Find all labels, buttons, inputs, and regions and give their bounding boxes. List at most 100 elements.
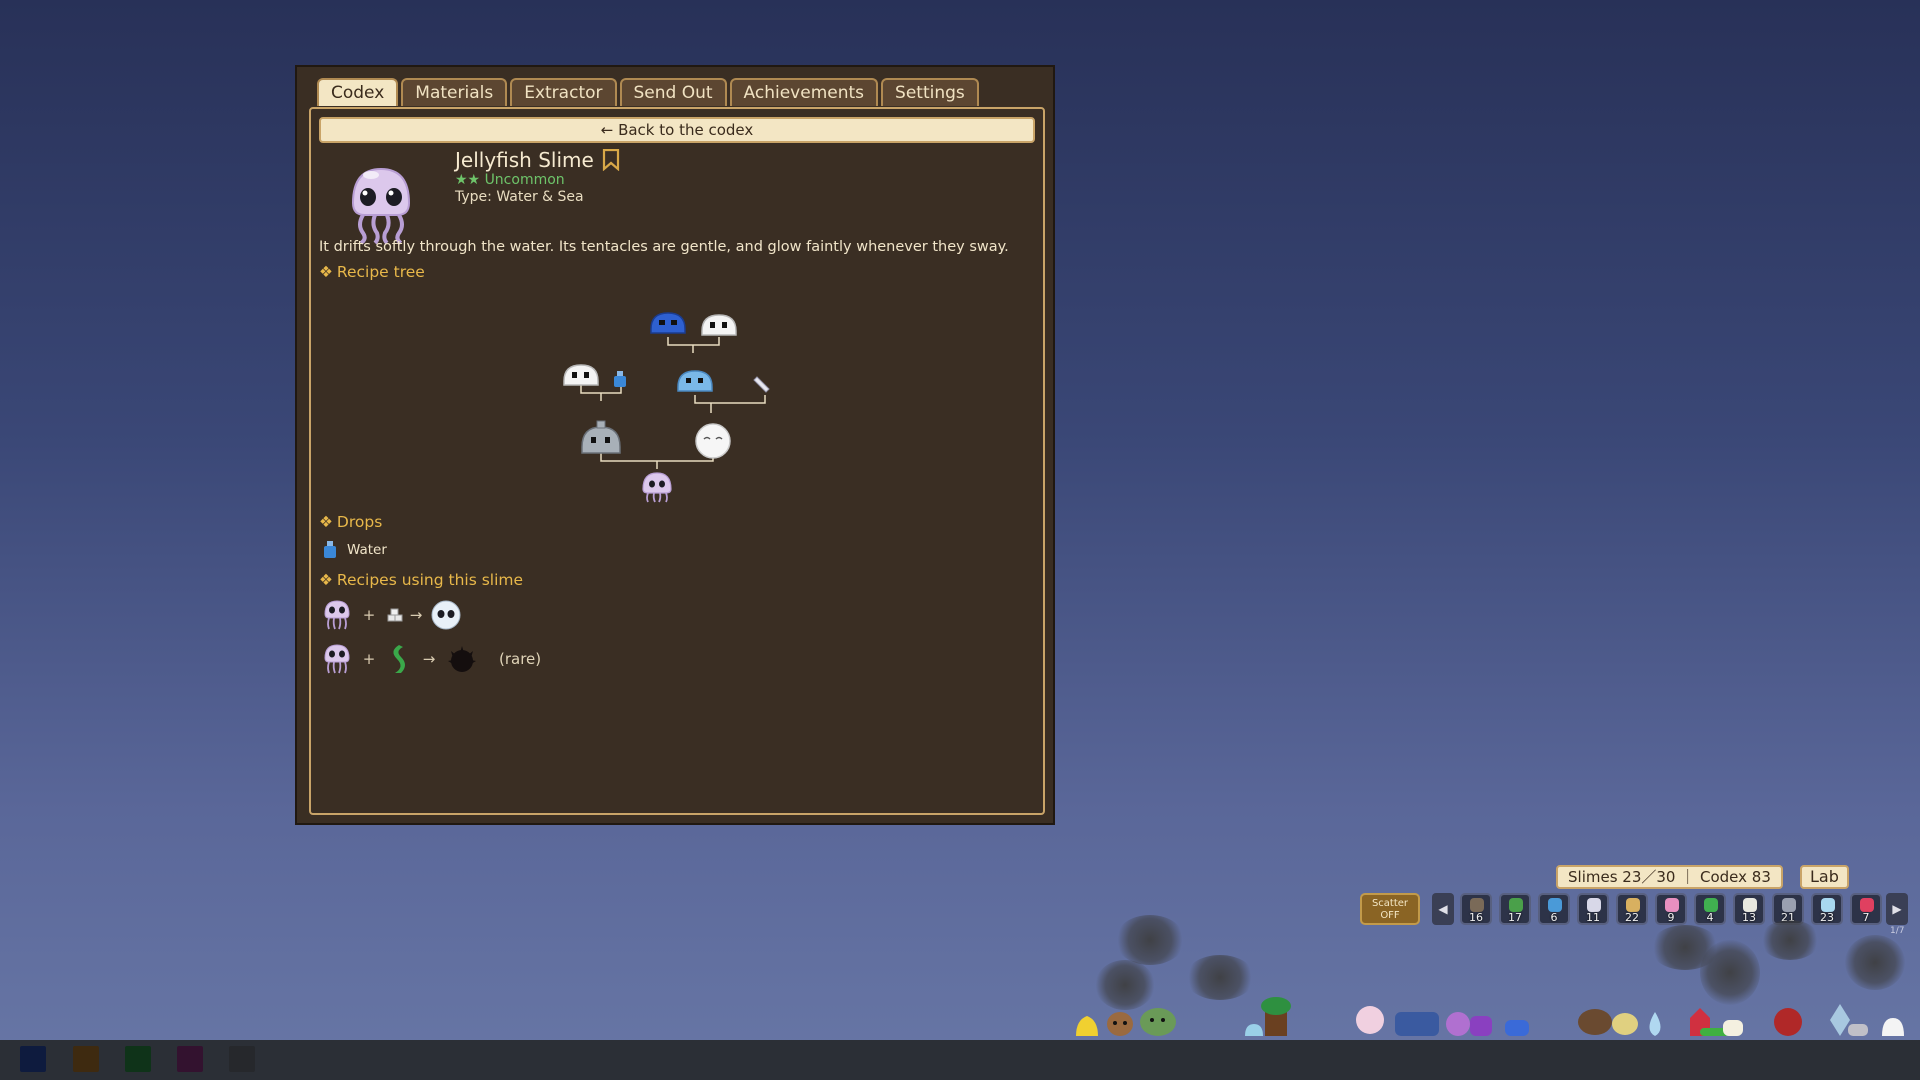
purple-slime-icon[interactable] (1446, 1012, 1492, 1036)
tree-node-white-slime-icon[interactable] (701, 314, 737, 336)
slot-count: 23 (1820, 911, 1834, 924)
bread-icon (1626, 898, 1640, 912)
urchin-slime-icon (448, 646, 476, 672)
inventory-slot-bone[interactable]: 13 (1733, 893, 1765, 925)
water-drop-slime-icon[interactable] (1649, 1012, 1661, 1036)
recipe-tree-heading-text: Recipe tree (336, 263, 425, 281)
recipe-tree-heading: ❖ Recipe tree (319, 263, 425, 281)
lab-button[interactable]: Lab (1800, 865, 1849, 889)
jellyfish-slime-icon (324, 644, 350, 674)
scatter-label: Scatter (1371, 898, 1409, 909)
bone-icon (1743, 898, 1757, 912)
inventory-prev-button[interactable]: ◀ (1432, 893, 1454, 925)
brown-slime-icon[interactable] (1107, 1012, 1133, 1036)
aqua-slime-icon[interactable] (1245, 1024, 1263, 1036)
diamond-icon: ❖ (319, 513, 333, 531)
slot-count: 9 (1667, 911, 1675, 924)
drops-heading: ❖ Drops (319, 513, 382, 531)
theme-swatch-gray[interactable] (229, 1046, 255, 1072)
red-slime-icon[interactable] (1774, 1008, 1802, 1036)
clover-icon (1704, 898, 1718, 912)
inventory-slot-flower[interactable]: 9 (1655, 893, 1687, 925)
inventory-next-button[interactable]: ▶ (1886, 893, 1908, 925)
recipe-tree-diagram (563, 312, 770, 503)
theme-swatch-plum[interactable] (177, 1046, 203, 1072)
inventory-slot-potion[interactable]: 23 (1811, 893, 1843, 925)
scatter-toggle[interactable]: Scatter OFF (1360, 893, 1420, 925)
inventory-slot-bread[interactable]: 22 (1616, 893, 1648, 925)
tab-codex[interactable]: Codex (317, 78, 399, 106)
diamond-icon: ❖ (319, 571, 333, 589)
tree-node-water-bottle-icon[interactable] (614, 371, 626, 387)
tree-node-jellyfish-slime-icon[interactable] (642, 472, 672, 503)
back-to-codex-button[interactable]: ← Back to the codex (319, 117, 1035, 143)
smoke-cloud (1115, 915, 1185, 965)
tab-extractor[interactable]: Extractor (510, 78, 617, 106)
blue-slime-2-icon[interactable] (1505, 1020, 1529, 1036)
gem-icon (1860, 898, 1874, 912)
bookmark-icon[interactable] (602, 149, 620, 171)
tree-node-feather-icon[interactable] (753, 376, 770, 393)
potion-icon (1821, 898, 1835, 912)
ghost-slime-icon[interactable] (1882, 1018, 1904, 1036)
recipe-row[interactable]: + → (rare) (323, 643, 541, 675)
recipe-note: (rare) (499, 650, 542, 668)
leaf-icon (1509, 898, 1523, 912)
tree-node-aqua-slime-icon[interactable] (677, 370, 713, 392)
cream-slime-icon[interactable] (1612, 1013, 1638, 1035)
inventory-slot-clover[interactable]: 4 (1694, 893, 1726, 925)
slime-name-row: Jellyfish Slime (455, 148, 620, 172)
slot-count: 7 (1862, 911, 1870, 924)
tab-bar: Codex Materials Extractor Send Out Achie… (317, 78, 979, 106)
crystal-slime-icon[interactable] (1830, 1004, 1868, 1036)
slot-count: 17 (1508, 911, 1522, 924)
blue-slime-icon[interactable] (1395, 1012, 1439, 1036)
slot-count: 11 (1586, 911, 1600, 924)
mud-slime-icon[interactable] (1578, 1009, 1612, 1035)
arrow-sign: → (422, 650, 436, 668)
jellyfish-slime-icon (324, 600, 350, 630)
yellow-slime-icon[interactable] (1076, 1016, 1098, 1036)
tab-send-out[interactable]: Send Out (619, 78, 727, 106)
arrow-sign: → (409, 606, 423, 624)
tab-achievements[interactable]: Achievements (729, 78, 879, 106)
codex-entry: ← Back to the codex Jellyfish Slime ★★ U… (309, 107, 1045, 815)
tree-node-blue-slime-icon[interactable] (650, 312, 686, 334)
slot-count: 22 (1625, 911, 1639, 924)
recipe-row[interactable]: + → (323, 599, 463, 631)
rarity-stars: ★★ (455, 172, 481, 188)
tree-node-stone-slime-icon[interactable] (581, 420, 621, 454)
inventory-slot-rock[interactable]: 16 (1460, 893, 1492, 925)
inventory-slot-feather[interactable]: 11 (1577, 893, 1609, 925)
rarity-name: Uncommon (484, 172, 565, 188)
inventory-slot-leaf[interactable]: 17 (1499, 893, 1531, 925)
diamond-icon: ❖ (319, 263, 333, 281)
green-slime-icon[interactable] (1140, 1008, 1176, 1036)
water-bottle-icon (1548, 898, 1562, 912)
slime-pen (1076, 997, 1904, 1036)
slot-count: 6 (1550, 911, 1558, 924)
white-slime-icon[interactable] (1723, 1020, 1743, 1036)
tree-slime-icon[interactable] (1261, 997, 1291, 1036)
inventory-bar: 16 17 6 11 22 9 4 13 21 23 7 (1460, 893, 1882, 925)
tab-materials[interactable]: Materials (401, 78, 508, 106)
rock-icon (1470, 898, 1484, 912)
theme-swatch-brown[interactable] (73, 1046, 99, 1072)
theme-swatch-navy[interactable] (20, 1046, 46, 1072)
snow-slime-icon (431, 600, 461, 630)
smoke-cloud (1760, 920, 1820, 960)
tree-node-white-slime-2-icon[interactable] (563, 364, 599, 386)
theme-swatch-green[interactable] (125, 1046, 151, 1072)
inventory-slot-gem[interactable]: 7 (1850, 893, 1882, 925)
slime-description: It drifts softly through the water. Its … (319, 239, 1009, 255)
drops-heading-text: Drops (336, 513, 383, 531)
plus-sign: + (362, 650, 376, 668)
tab-settings[interactable]: Settings (881, 78, 979, 106)
tree-node-cloud-slime-icon[interactable] (695, 423, 731, 459)
rarity-label: ★★ Uncommon (455, 172, 565, 188)
pink-slime-icon[interactable] (1356, 1006, 1384, 1034)
flower-icon (1665, 898, 1679, 912)
slot-count: 16 (1469, 911, 1483, 924)
slime-name: Jellyfish Slime (455, 148, 594, 172)
inventory-slot-water[interactable]: 6 (1538, 893, 1570, 925)
